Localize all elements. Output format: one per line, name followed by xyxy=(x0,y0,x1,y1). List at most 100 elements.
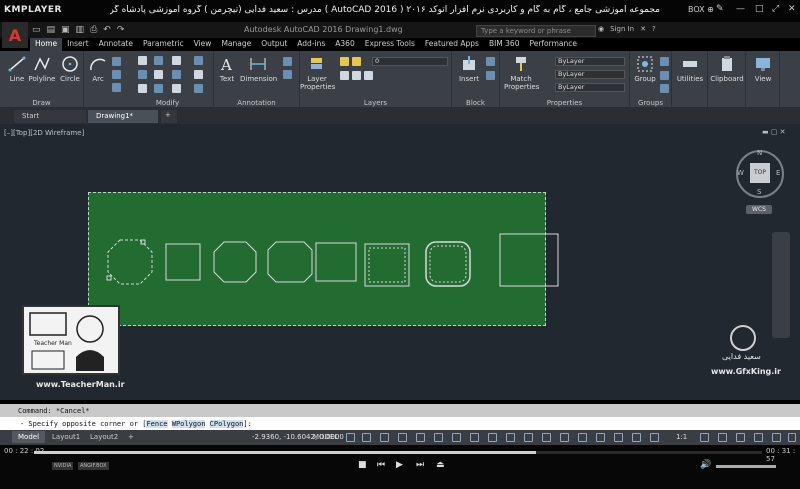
group-select-icon[interactable] xyxy=(660,84,669,93)
start-tab[interactable]: Start xyxy=(14,110,86,123)
rectangle-tool-icon[interactable] xyxy=(112,57,121,66)
move-tool-icon[interactable] xyxy=(138,56,147,65)
previous-icon[interactable]: ⏮ xyxy=(377,460,385,470)
lineweight-dropdown[interactable]: ByLayer xyxy=(555,83,625,92)
units-icon[interactable] xyxy=(632,433,641,442)
dynamic-ucs-icon[interactable] xyxy=(524,433,533,442)
ribbon-tab-annotate[interactable]: Annotate xyxy=(94,38,138,51)
viewcube-south[interactable]: S xyxy=(757,188,761,196)
group-tool[interactable]: Group xyxy=(632,55,658,83)
exchange-icon[interactable]: ✕ xyxy=(640,25,646,33)
command-line[interactable]: - Specify opposite corner or [Fence WPol… xyxy=(0,417,800,430)
fillet-tool-icon[interactable] xyxy=(172,70,181,79)
option-cpolygon[interactable]: CPolygon xyxy=(209,420,244,428)
chamfered-square-shape[interactable] xyxy=(213,241,257,283)
stop-icon[interactable]: ■ xyxy=(358,460,367,470)
plot-icon[interactable]: ⎙ xyxy=(90,25,97,35)
viewport-window-controls[interactable]: ▬ ▢ ✕ xyxy=(762,128,786,136)
groups-panel-label[interactable]: Groups xyxy=(630,99,671,107)
stretch-tool-icon[interactable] xyxy=(138,84,147,93)
minimize-icon[interactable]: — xyxy=(736,4,745,14)
volume-slider[interactable] xyxy=(716,465,776,468)
fullscreen-icon[interactable]: ⤢ xyxy=(772,4,779,14)
isolate-objects-icon[interactable] xyxy=(736,433,745,442)
new-tab-icon[interactable]: + xyxy=(161,110,177,123)
trim-tool-icon[interactable] xyxy=(172,56,181,65)
save-as-icon[interactable]: ▥ xyxy=(76,25,85,35)
selection-cycling-icon[interactable] xyxy=(488,433,497,442)
octagon-shape[interactable] xyxy=(107,239,153,285)
hardware-acceleration-icon[interactable] xyxy=(754,433,763,442)
ribbon-tab-manage[interactable]: Manage xyxy=(216,38,256,51)
annotation-plus-icon[interactable] xyxy=(718,433,727,442)
ribbon-tab-express-tools[interactable]: Express Tools xyxy=(360,38,420,51)
ribbon-tab-insert[interactable]: Insert xyxy=(62,38,94,51)
view-tool[interactable]: View xyxy=(748,55,778,83)
redo-icon[interactable]: ↷ xyxy=(117,25,125,35)
ribbon-tab-bim-360[interactable]: BIM 360 xyxy=(484,38,525,51)
gradient-tool-icon[interactable] xyxy=(112,83,121,92)
viewcube-west[interactable]: W xyxy=(737,169,744,177)
ribbon-tab-featured-apps[interactable]: Featured Apps xyxy=(420,38,484,51)
layer-match-icon[interactable] xyxy=(340,71,349,80)
player-box-button[interactable]: BOX ⊕ xyxy=(688,5,714,14)
copy-tool-icon[interactable] xyxy=(138,70,147,79)
double-square-inner-shape[interactable] xyxy=(368,247,406,283)
layers-panel-label[interactable]: Layers xyxy=(300,99,451,107)
ortho-icon[interactable] xyxy=(380,433,389,442)
double-square-outer-shape[interactable] xyxy=(364,243,410,287)
color-dropdown[interactable]: ByLayer xyxy=(555,57,625,66)
rectangle-shape[interactable] xyxy=(315,242,357,282)
customization-icon[interactable] xyxy=(788,433,796,442)
drawing1-tab[interactable]: Drawing1* xyxy=(88,110,158,123)
help-icon[interactable]: ? xyxy=(652,25,656,33)
user-icon[interactable]: ◉ xyxy=(598,25,604,33)
ribbon-tab-parametric[interactable]: Parametric xyxy=(138,38,189,51)
open-file-icon[interactable]: ▤ xyxy=(47,25,56,35)
polyline-tool[interactable]: Polyline xyxy=(28,55,56,83)
annotation-panel-label[interactable]: Annotation xyxy=(214,99,299,107)
layer-unisolate-icon[interactable] xyxy=(364,71,373,80)
utilities-tool[interactable]: Utilities xyxy=(674,55,706,83)
rounded-square-inner-shape[interactable] xyxy=(429,245,467,283)
viewcube-top-face[interactable]: TOP xyxy=(750,163,770,183)
quick-properties-icon[interactable] xyxy=(650,433,659,442)
ribbon-tab-output[interactable]: Output xyxy=(256,38,292,51)
chamfered-rectangle-shape[interactable] xyxy=(267,241,313,283)
ribbon-tab-performance[interactable]: Performance xyxy=(524,38,582,51)
ribbon-tab-a360[interactable]: A360 xyxy=(330,38,359,51)
draw-panel-label[interactable]: Draw xyxy=(0,99,83,107)
autocad-logo-icon[interactable]: A xyxy=(2,22,28,48)
ungroup-icon[interactable] xyxy=(660,57,669,66)
group-edit-icon[interactable] xyxy=(660,71,669,80)
snap-icon[interactable] xyxy=(362,433,371,442)
ribbon-tab-view[interactable]: View xyxy=(189,38,217,51)
modify-panel-label[interactable]: Modify xyxy=(122,99,213,107)
hatch-tool-icon[interactable] xyxy=(112,70,121,79)
grip-icon[interactable] xyxy=(106,275,112,281)
array-tool-icon[interactable] xyxy=(172,84,181,93)
explode-tool-icon[interactable] xyxy=(194,70,203,79)
clipboard-tool[interactable]: Clipboard xyxy=(709,55,745,83)
polar-icon[interactable] xyxy=(398,433,407,442)
add-layout-icon[interactable]: + xyxy=(122,431,140,443)
clean-screen-icon[interactable] xyxy=(772,433,781,442)
scale-tool-icon[interactable] xyxy=(154,84,163,93)
viewport-label[interactable]: [–][Top][2D Wireframe] xyxy=(4,129,84,137)
annotation-scale[interactable]: 1:1 xyxy=(676,433,687,441)
grid-icon[interactable] xyxy=(346,433,355,442)
offset-tool-icon[interactable] xyxy=(194,84,203,93)
block-panel-label[interactable]: Block xyxy=(452,99,499,107)
lineweight-icon[interactable] xyxy=(452,433,461,442)
pin-icon[interactable]: ✎ xyxy=(716,4,724,14)
signin-link[interactable]: Sign In xyxy=(610,25,634,33)
match-properties-tool[interactable]: Match Properties xyxy=(504,55,539,91)
osnap-icon[interactable] xyxy=(416,433,425,442)
otrack-icon[interactable] xyxy=(434,433,443,442)
circle-tool[interactable]: Circle xyxy=(58,55,82,83)
model-tab[interactable]: Model xyxy=(12,431,46,443)
annotation-visibility-icon[interactable] xyxy=(578,433,587,442)
selection-filter-icon[interactable] xyxy=(542,433,551,442)
gizmo-icon[interactable] xyxy=(560,433,569,442)
properties-panel-label[interactable]: Properties xyxy=(500,99,629,107)
